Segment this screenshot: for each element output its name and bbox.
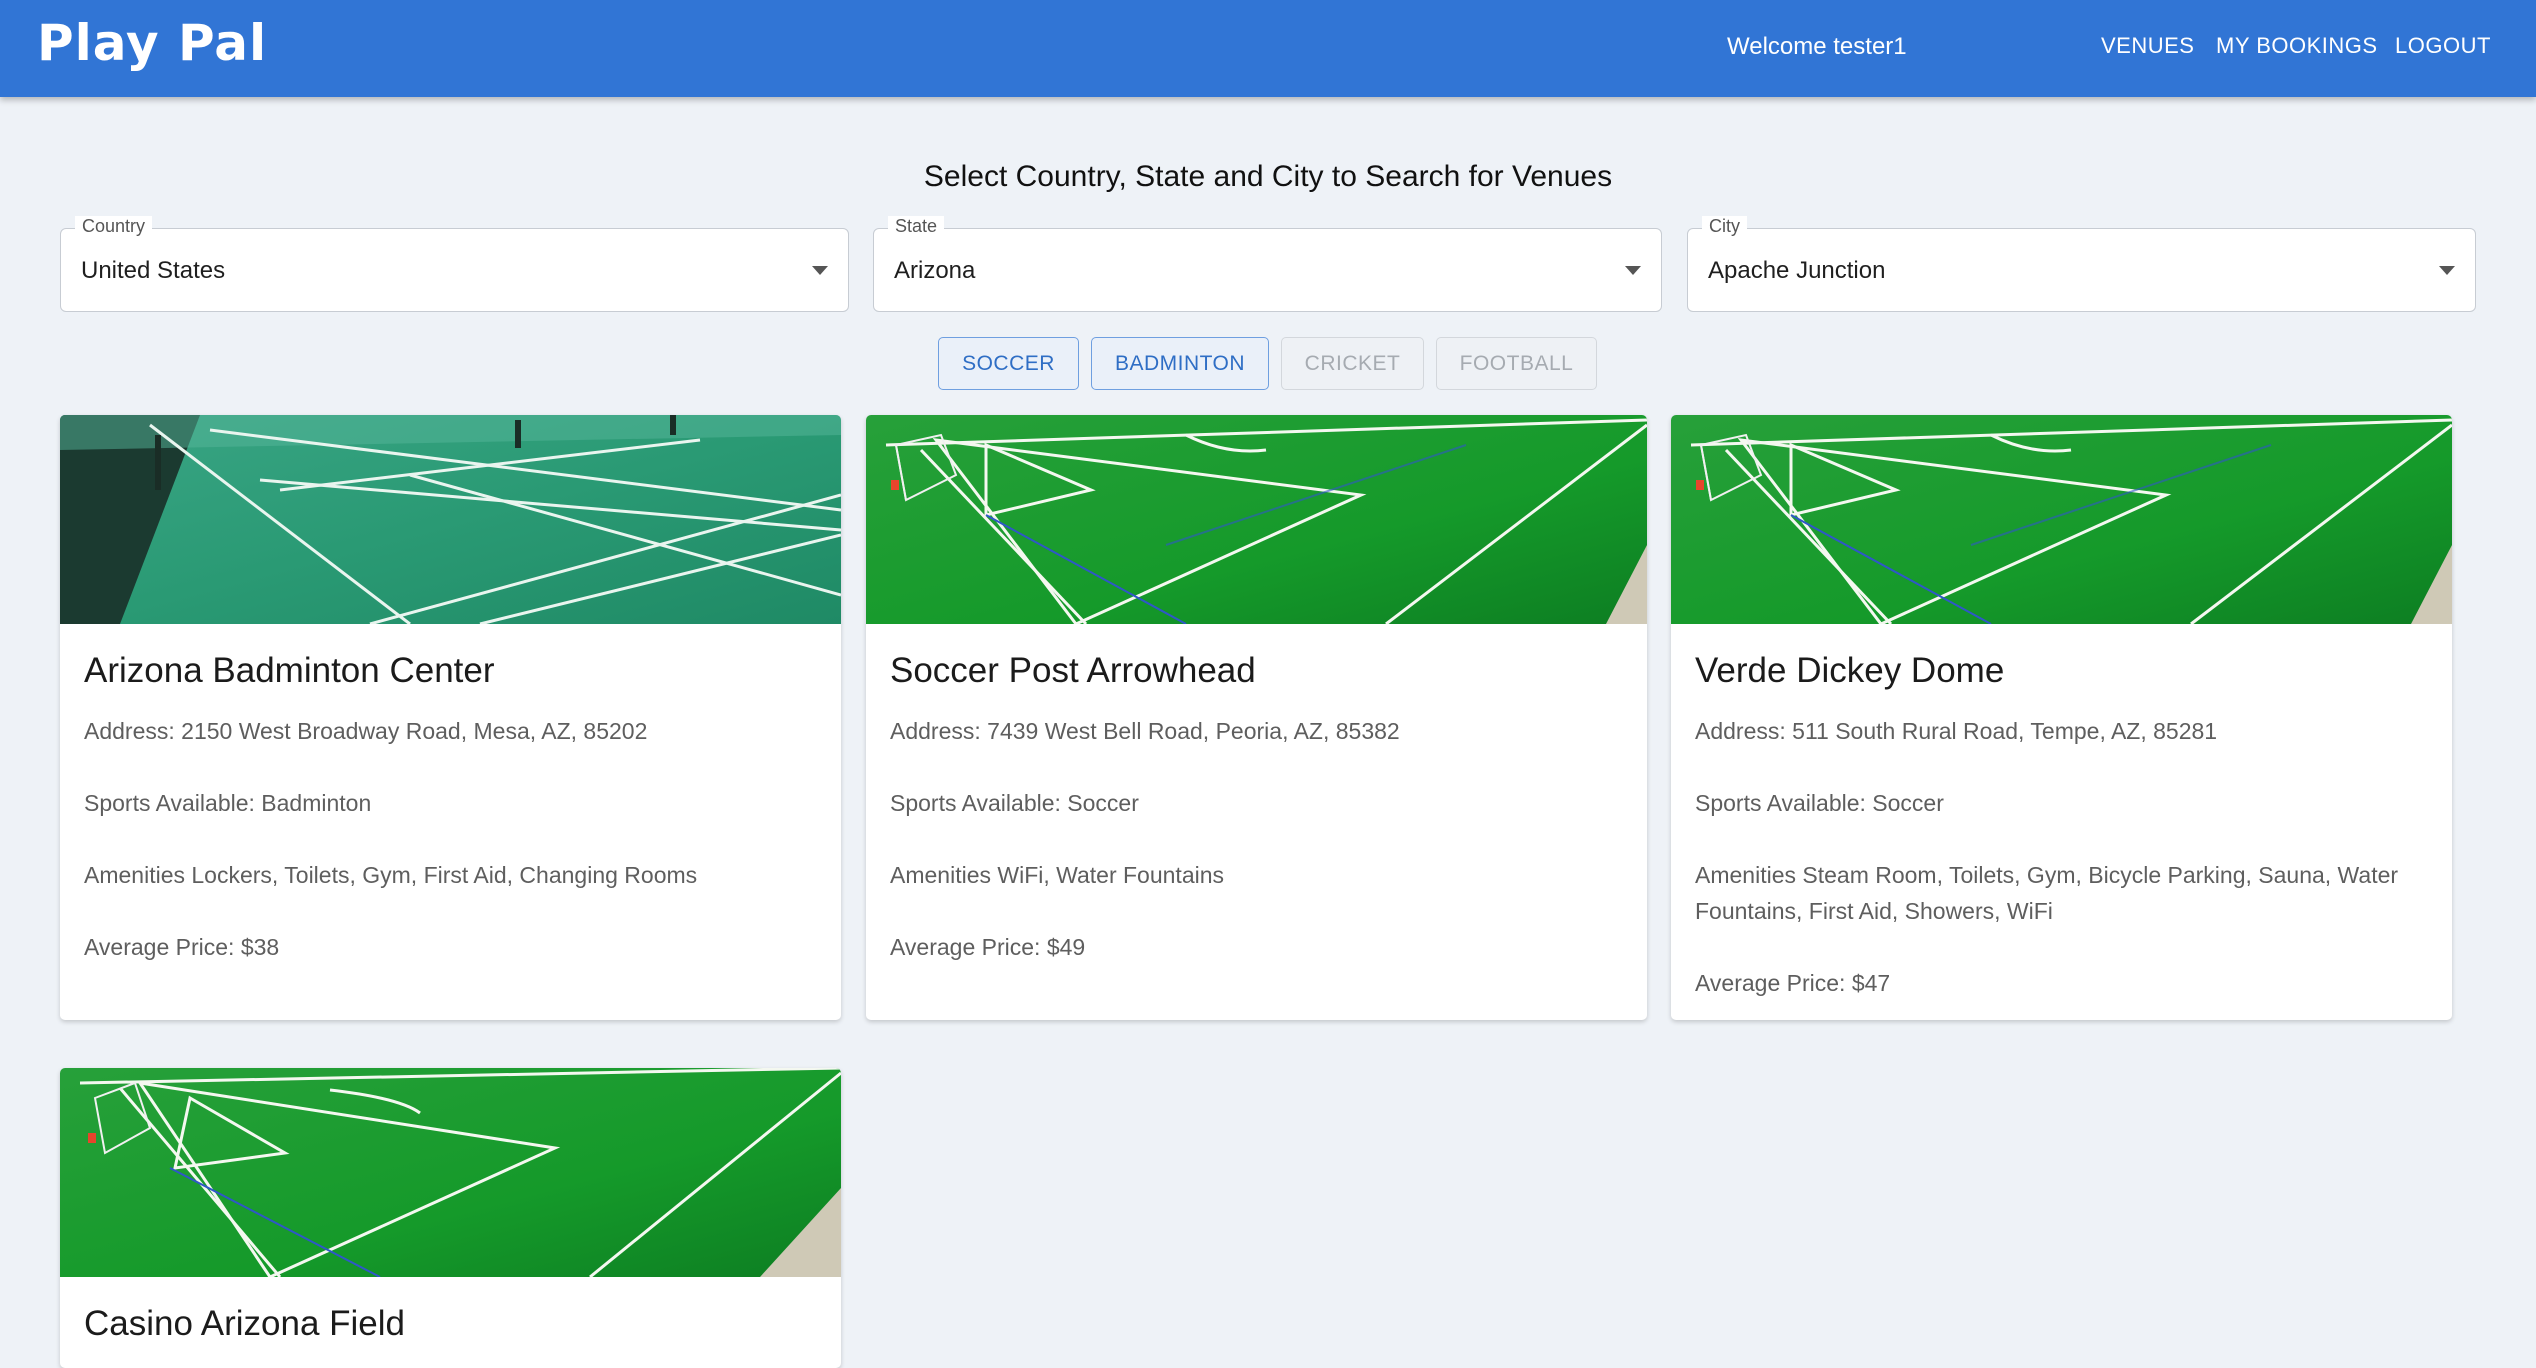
city-select-label: City xyxy=(1702,216,1747,237)
welcome-text: Welcome tester1 xyxy=(1727,33,1907,60)
venue-address: Address: 511 South Rural Road, Tempe, AZ… xyxy=(1695,717,2218,744)
venue-name: Casino Arizona Field xyxy=(84,1304,405,1343)
sport-filter-soccer[interactable]: SOCCER xyxy=(938,337,1079,390)
caret-down-icon xyxy=(812,266,828,275)
venue-card[interactable]: Verde Dickey Dome Address: 511 South Rur… xyxy=(1671,415,2452,1020)
venue-address: Address: 2150 West Broadway Road, Mesa, … xyxy=(84,717,648,744)
venue-sports: Sports Available: Badminton xyxy=(84,789,372,816)
sport-filter-badminton[interactable]: BADMINTON xyxy=(1091,337,1269,390)
venue-card[interactable]: Soccer Post Arrowhead Address: 7439 West… xyxy=(866,415,1647,1020)
venue-sports: Sports Available: Soccer xyxy=(1695,789,1944,816)
city-select[interactable]: City Apache Junction xyxy=(1687,216,2476,312)
sport-filter-cricket: CRICKET xyxy=(1281,337,1424,390)
country-select-value: United States xyxy=(81,257,226,284)
venue-name: Soccer Post Arrowhead xyxy=(890,651,1256,690)
nav-my-bookings-link[interactable]: MY BOOKINGS xyxy=(2216,33,2378,59)
venue-card[interactable]: Casino Arizona Field xyxy=(60,1068,841,1368)
venue-price: Average Price: $47 xyxy=(1695,969,1891,996)
venue-name: Arizona Badminton Center xyxy=(84,651,495,690)
venue-address: Address: 7439 West Bell Road, Peoria, AZ… xyxy=(890,717,1400,744)
brand-logo[interactable]: Play Pal xyxy=(37,14,267,72)
state-select[interactable]: State Arizona xyxy=(873,216,1662,312)
page-heading: Select Country, State and City to Search… xyxy=(923,160,1613,193)
nav-logout-link[interactable]: LOGOUT xyxy=(2395,33,2491,59)
venue-card[interactable]: Arizona Badminton Center Address: 2150 W… xyxy=(60,415,841,1020)
venue-amenities: Amenities WiFi, Water Fountains xyxy=(890,861,1225,888)
soccer-field-image xyxy=(1671,415,2452,624)
venue-price: Average Price: $49 xyxy=(890,933,1086,960)
caret-down-icon xyxy=(2439,266,2455,275)
venue-price: Average Price: $38 xyxy=(84,933,280,960)
app-bar: Play Pal Welcome tester1 VENUES MY BOOKI… xyxy=(0,0,2536,97)
venue-amenities: Amenities Steam Room, Toilets, Gym, Bicy… xyxy=(1695,861,2399,924)
caret-down-icon xyxy=(1625,266,1641,275)
soccer-field-image xyxy=(60,1068,841,1277)
state-select-value: Arizona xyxy=(894,257,976,284)
badminton-court-image xyxy=(60,415,841,624)
venue-name: Verde Dickey Dome xyxy=(1695,651,2005,690)
soccer-field-image xyxy=(866,415,1647,624)
city-select-value: Apache Junction xyxy=(1708,257,1886,284)
nav-venues-link[interactable]: VENUES xyxy=(2101,33,2194,59)
venue-sports: Sports Available: Soccer xyxy=(890,789,1139,816)
venue-amenities: Amenities Lockers, Toilets, Gym, First A… xyxy=(84,861,698,888)
state-select-label: State xyxy=(888,216,945,237)
country-select-label: Country xyxy=(75,216,153,237)
country-select[interactable]: Country United States xyxy=(60,216,849,312)
sport-filter-football: FOOTBALL xyxy=(1436,337,1597,390)
